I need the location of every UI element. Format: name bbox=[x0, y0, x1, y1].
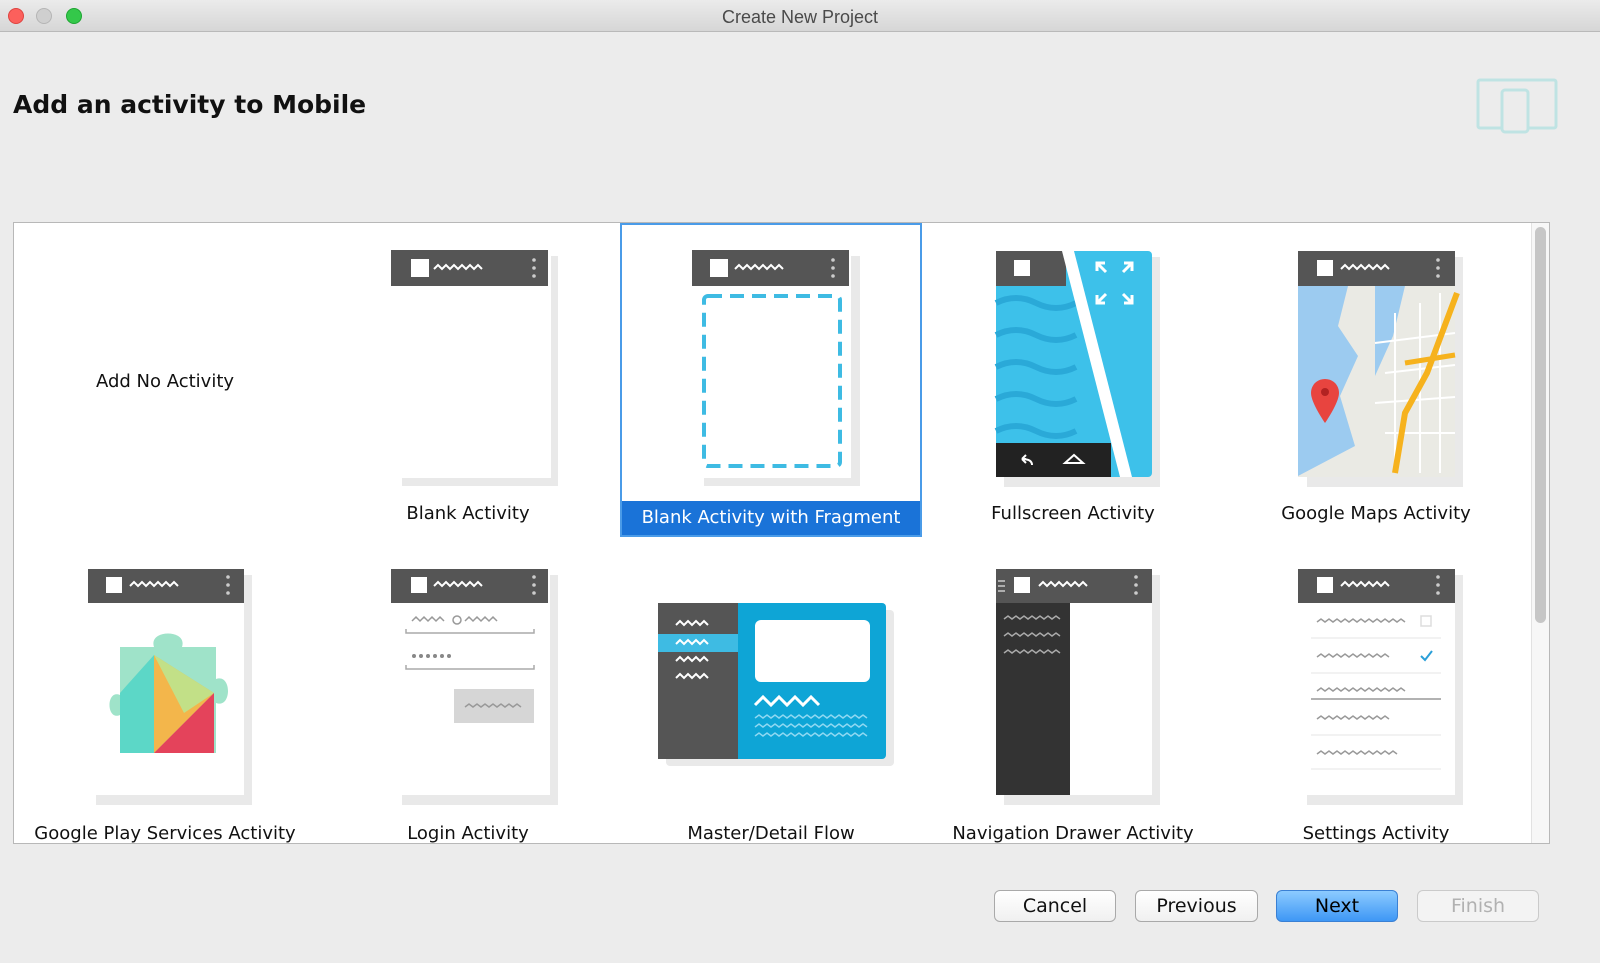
master-detail-thumbnail bbox=[658, 603, 894, 766]
tile-label: Settings Activity bbox=[1302, 823, 1450, 844]
scrollbar-thumb[interactable] bbox=[1535, 227, 1546, 623]
tile-master-detail-flow[interactable]: Master/Detail Flow bbox=[620, 543, 922, 844]
device-form-factor-icon bbox=[1476, 78, 1558, 134]
play-services-thumbnail bbox=[88, 569, 252, 805]
tile-navigation-drawer-activity[interactable]: Navigation Drawer Activity bbox=[922, 543, 1224, 844]
window-title: Create New Project bbox=[721, 7, 879, 27]
tile-google-maps-activity[interactable]: Google Maps Activity bbox=[1225, 223, 1527, 537]
activity-gallery: Add No Activity Blank Activity Blank Act… bbox=[13, 222, 1550, 844]
tile-label: Navigation Drawer Activity bbox=[952, 823, 1194, 844]
nav-drawer-thumbnail bbox=[996, 569, 1160, 805]
next-button[interactable]: Next bbox=[1276, 890, 1398, 922]
previous-button[interactable]: Previous bbox=[1135, 890, 1258, 922]
finish-button[interactable]: Finish bbox=[1417, 890, 1539, 922]
tile-google-play-services-activity[interactable]: Google Play Services Activity bbox=[14, 543, 316, 844]
tile-label: Google Play Services Activity bbox=[34, 823, 296, 844]
fragment-activity-thumbnail bbox=[692, 250, 860, 486]
tile-label: Blank Activity with Fragment bbox=[622, 501, 920, 535]
tile-fullscreen-activity[interactable]: Fullscreen Activity bbox=[922, 223, 1224, 537]
maps-activity-thumbnail bbox=[1298, 251, 1463, 487]
tile-blank-activity[interactable]: Blank Activity bbox=[317, 223, 619, 537]
tile-label: Login Activity bbox=[407, 823, 529, 844]
tile-add-no-activity[interactable]: Add No Activity bbox=[14, 223, 316, 537]
tile-label: Add No Activity bbox=[95, 371, 235, 392]
login-activity-thumbnail bbox=[391, 569, 558, 805]
cancel-button[interactable]: Cancel bbox=[994, 890, 1116, 922]
fullscreen-activity-thumbnail bbox=[994, 251, 1160, 487]
tile-label: Google Maps Activity bbox=[1281, 503, 1471, 524]
blank-activity-thumbnail bbox=[391, 250, 558, 486]
title-bar: Create New Project bbox=[0, 0, 1600, 32]
gallery-scrollbar[interactable] bbox=[1531, 223, 1549, 843]
tile-label: Master/Detail Flow bbox=[687, 823, 855, 844]
tile-label: Fullscreen Activity bbox=[991, 503, 1155, 524]
page-title: Add an activity to Mobile bbox=[13, 90, 367, 119]
tile-blank-activity-with-fragment[interactable]: Blank Activity with Fragment bbox=[620, 223, 922, 537]
tile-login-activity[interactable]: Login Activity bbox=[317, 543, 619, 844]
tile-settings-activity[interactable]: Settings Activity bbox=[1225, 543, 1527, 844]
tile-label: Blank Activity bbox=[406, 503, 530, 524]
settings-activity-thumbnail bbox=[1298, 569, 1463, 805]
